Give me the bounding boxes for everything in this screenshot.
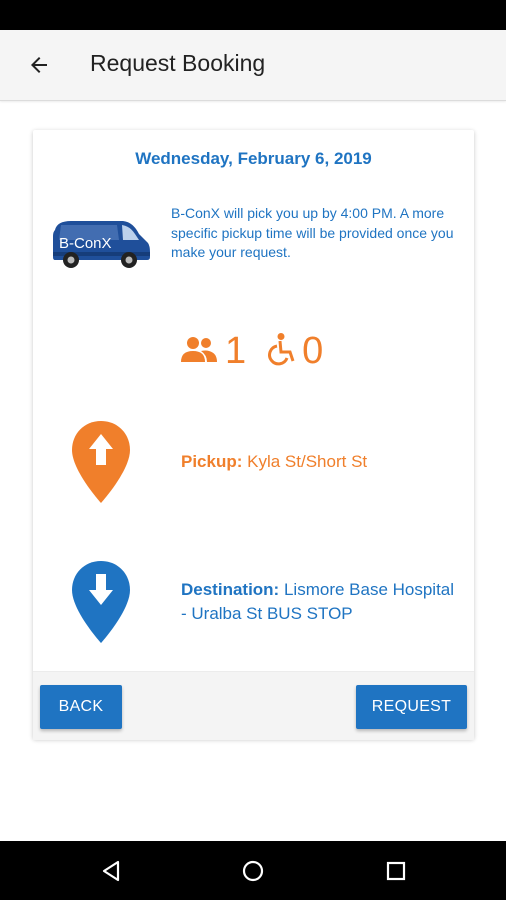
- passenger-counts: 1 0: [179, 326, 323, 376]
- wheelchair-count: 0: [302, 330, 324, 372]
- pickup-location: Pickup: Kyla St/Short St: [181, 452, 367, 472]
- destination-location: Destination: Lismore Base Hospital - Ura…: [181, 578, 461, 626]
- pickup-label: Pickup:: [181, 452, 243, 471]
- navigation-bar: [0, 841, 506, 900]
- back-button[interactable]: BACK: [40, 685, 122, 729]
- pickup-value: Kyla St/Short St: [247, 452, 368, 471]
- pickup-pin-icon: [70, 419, 132, 505]
- booking-card: Wednesday, February 6, 2019 B-ConX B-Con…: [33, 130, 474, 740]
- back-arrow-icon[interactable]: [22, 48, 56, 82]
- pickup-info-text: B-ConX will pick you up by 4:00 PM. A mo…: [171, 205, 454, 260]
- card-footer: BACK REQUEST: [33, 671, 474, 740]
- app-bar: Request Booking: [0, 30, 506, 101]
- van-image: B-ConX: [51, 216, 151, 270]
- destination-label: Destination:: [181, 580, 280, 599]
- passenger-count: 1: [225, 330, 247, 372]
- status-bar: [0, 0, 506, 30]
- nav-home-icon[interactable]: [237, 855, 269, 887]
- page-title: Request Booking: [90, 50, 266, 76]
- wheelchair-icon: [264, 332, 296, 371]
- nav-recents-icon[interactable]: [380, 855, 412, 887]
- request-button[interactable]: REQUEST: [356, 685, 467, 729]
- svg-text:B-ConX: B-ConX: [59, 235, 112, 252]
- booking-date: Wednesday, February 6, 2019: [135, 149, 372, 168]
- people-icon: [179, 334, 219, 369]
- destination-pin-icon: [70, 559, 132, 645]
- nav-back-icon[interactable]: [95, 855, 127, 887]
